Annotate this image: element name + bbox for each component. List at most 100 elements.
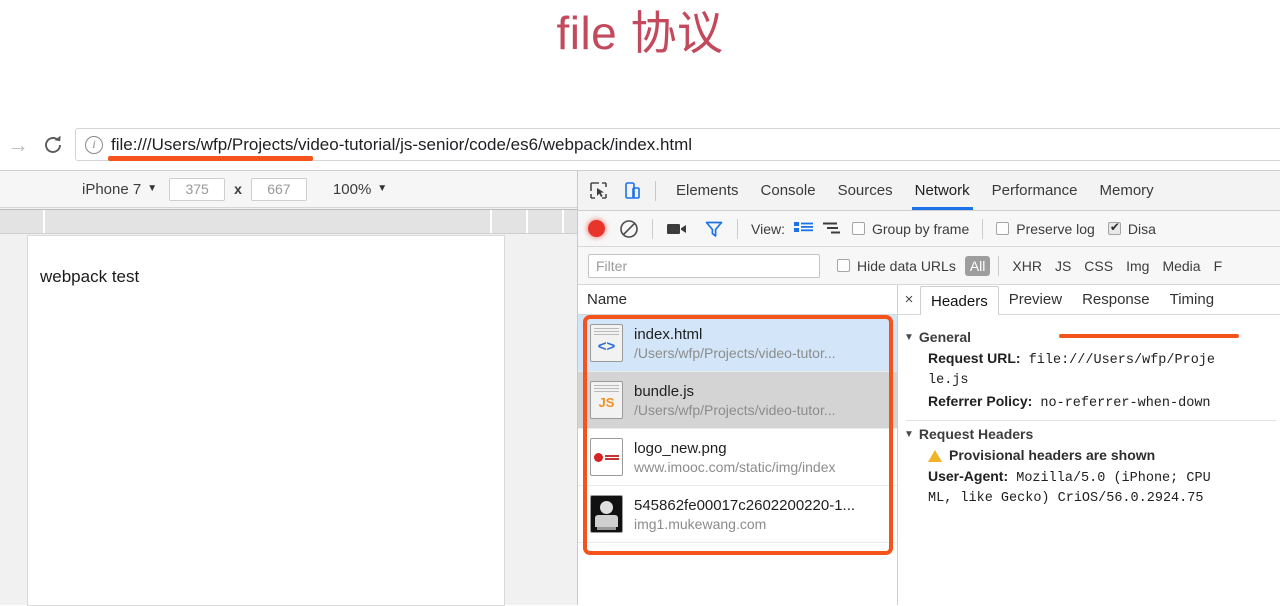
checkbox-box bbox=[851, 222, 865, 235]
request-path: www.imooc.com/static/img/index bbox=[634, 458, 836, 475]
headers-content: ▼ General Request URL: file:///Users/wfp… bbox=[898, 315, 1280, 509]
referrer-policy-line: Referrer Policy: no-referrer-when-down bbox=[928, 391, 1280, 414]
browser-content-split: iPhone 7 ▼ 375 x 667 100% ▼ webpack test… bbox=[0, 171, 1280, 606]
detail-tab-response[interactable]: Response bbox=[1072, 285, 1160, 314]
user-agent-wrap: ML, like Gecko) CriOS/56.0.2924.75 bbox=[928, 491, 1204, 506]
provisional-headers-warning: Provisional headers are shown bbox=[928, 445, 1280, 466]
detail-tab-timing[interactable]: Timing bbox=[1160, 285, 1224, 314]
referrer-policy-value: no-referrer-when-down bbox=[1040, 396, 1211, 411]
request-url-line: Request URL: file:///Users/wfp/Proje bbox=[928, 348, 1280, 371]
preserve-log-checkbox[interactable]: Preserve log bbox=[996, 221, 1095, 237]
request-url-highlight-annotation bbox=[1059, 334, 1239, 338]
table-row[interactable]: JS bundle.js /Users/wfp/Projects/video-t… bbox=[578, 372, 897, 429]
devtools-tabbar: Elements Console Sources Network Perform… bbox=[578, 171, 1280, 211]
info-icon[interactable]: i bbox=[85, 135, 103, 154]
tab-network[interactable]: Network bbox=[904, 171, 981, 210]
section-divider bbox=[906, 420, 1276, 421]
list-view-icon[interactable] bbox=[793, 221, 813, 237]
checkbox-box bbox=[1107, 220, 1121, 235]
url-highlight-annotation bbox=[108, 156, 313, 161]
request-url-value: file:///Users/wfp/Proje bbox=[1028, 353, 1216, 368]
group-by-frame-label: Group by frame bbox=[871, 220, 970, 237]
devtools-panel: Elements Console Sources Network Perform… bbox=[578, 171, 1280, 605]
request-url-wrap: le.js bbox=[928, 373, 969, 388]
request-name: 545862fe00017c2602200220-1... bbox=[634, 496, 856, 514]
request-detail-pane: × Headers Preview Response Timing ▼ Gene… bbox=[898, 285, 1280, 605]
user-agent-line: User-Agent: Mozilla/5.0 (iPhone; CPU bbox=[928, 466, 1280, 489]
detail-tab-headers[interactable]: Headers bbox=[920, 286, 999, 315]
funnel-icon[interactable] bbox=[704, 219, 724, 239]
filter-type-img[interactable]: Img bbox=[1126, 258, 1149, 274]
tab-console[interactable]: Console bbox=[750, 171, 827, 210]
chevron-down-icon: ▼ bbox=[377, 183, 388, 194]
clear-button[interactable] bbox=[619, 219, 639, 239]
device-selector-label: iPhone 7 bbox=[82, 180, 142, 198]
general-section-label: General bbox=[918, 329, 972, 345]
group-by-frame-checkbox[interactable]: Group by frame bbox=[851, 220, 970, 237]
device-toggle-icon[interactable] bbox=[618, 178, 646, 204]
triangle-down-icon: ▼ bbox=[904, 428, 914, 440]
device-height-input[interactable]: 667 bbox=[250, 177, 307, 201]
close-icon[interactable]: × bbox=[898, 291, 920, 308]
toolbar-divider bbox=[655, 180, 656, 201]
device-selector[interactable]: iPhone 7 ▼ bbox=[82, 181, 157, 198]
js-badge: JS bbox=[598, 395, 615, 410]
toolbar-divider bbox=[998, 255, 1000, 276]
browser-window: → i file:///Users/wfp/Projects/video-tut… bbox=[0, 118, 1280, 606]
device-toolbar: iPhone 7 ▼ 375 x 667 100% ▼ bbox=[0, 171, 577, 208]
hide-data-urls-label: Hide data URLs bbox=[857, 257, 956, 274]
filter-type-media[interactable]: Media bbox=[1162, 258, 1200, 274]
request-path: img1.mukewang.com bbox=[634, 515, 767, 532]
reload-icon[interactable] bbox=[40, 132, 66, 158]
dimension-separator: x bbox=[234, 181, 242, 197]
tab-elements[interactable]: Elements bbox=[665, 171, 750, 210]
waterfall-view-icon[interactable] bbox=[822, 221, 842, 237]
html-badge: <> bbox=[597, 338, 616, 355]
record-button[interactable] bbox=[588, 220, 605, 237]
tab-performance[interactable]: Performance bbox=[981, 171, 1089, 210]
filter-input[interactable]: Filter bbox=[588, 253, 820, 278]
emulated-page-viewport: webpack test bbox=[0, 235, 577, 606]
network-body: Name <> index.html /Users/wfp/Projects/v… bbox=[578, 285, 1280, 605]
table-row[interactable]: 545862fe00017c2602200220-1... img1.mukew… bbox=[578, 486, 897, 543]
request-path: /Users/wfp/Projects/video-tutor... bbox=[634, 344, 836, 361]
inspect-cursor-icon[interactable] bbox=[584, 178, 612, 204]
disable-cache-checkbox[interactable]: Disa bbox=[1107, 220, 1156, 237]
checkbox-box bbox=[996, 222, 1010, 235]
zoom-level-label: 100% bbox=[332, 180, 372, 198]
tab-sources[interactable]: Sources bbox=[827, 171, 904, 210]
toolbar-divider bbox=[982, 218, 984, 239]
request-url-label: Request URL: bbox=[928, 350, 1021, 366]
checkbox-box bbox=[837, 259, 850, 272]
request-headers-section-header[interactable]: ▼ Request Headers bbox=[904, 426, 1280, 442]
request-name: bundle.js bbox=[634, 382, 695, 400]
table-row[interactable]: logo_new.png www.imooc.com/static/img/in… bbox=[578, 429, 897, 486]
filter-type-font[interactable]: F bbox=[1214, 258, 1223, 274]
filter-type-css[interactable]: CSS bbox=[1084, 258, 1113, 274]
toolbar-divider bbox=[652, 218, 653, 239]
detail-tab-preview[interactable]: Preview bbox=[999, 285, 1072, 314]
filter-type-xhr[interactable]: XHR bbox=[1012, 258, 1042, 274]
forward-arrow-icon[interactable]: → bbox=[6, 133, 30, 157]
detail-tabbar: × Headers Preview Response Timing bbox=[898, 285, 1280, 315]
page-content-card: webpack test bbox=[27, 235, 505, 606]
provisional-headers-text: Provisional headers are shown bbox=[949, 447, 1156, 463]
device-emulation-pane: iPhone 7 ▼ 375 x 667 100% ▼ webpack test bbox=[0, 171, 578, 606]
preserve-log-label: Preserve log bbox=[1016, 220, 1095, 237]
filter-type-js[interactable]: JS bbox=[1055, 258, 1071, 274]
device-width-input[interactable]: 375 bbox=[169, 177, 226, 201]
browser-toolbar: → i file:///Users/wfp/Projects/video-tut… bbox=[0, 118, 1280, 171]
request-headers-section-label: Request Headers bbox=[918, 426, 1034, 442]
table-row[interactable]: <> index.html /Users/wfp/Projects/video-… bbox=[578, 315, 897, 372]
column-header-name[interactable]: Name bbox=[578, 285, 897, 315]
tab-memory[interactable]: Memory bbox=[1089, 171, 1165, 210]
zoom-selector[interactable]: 100% ▼ bbox=[333, 181, 387, 198]
filter-type-all[interactable]: All bbox=[964, 255, 991, 276]
user-agent-value: Mozilla/5.0 (iPhone; CPU bbox=[1016, 471, 1211, 486]
hide-data-urls-checkbox[interactable]: Hide data URLs bbox=[837, 258, 956, 274]
camera-icon[interactable] bbox=[666, 220, 688, 238]
html-document-icon: <> bbox=[590, 324, 623, 362]
page-heading-text: webpack test bbox=[40, 267, 140, 286]
chevron-down-icon: ▼ bbox=[147, 183, 158, 194]
js-document-icon: JS bbox=[590, 381, 623, 419]
